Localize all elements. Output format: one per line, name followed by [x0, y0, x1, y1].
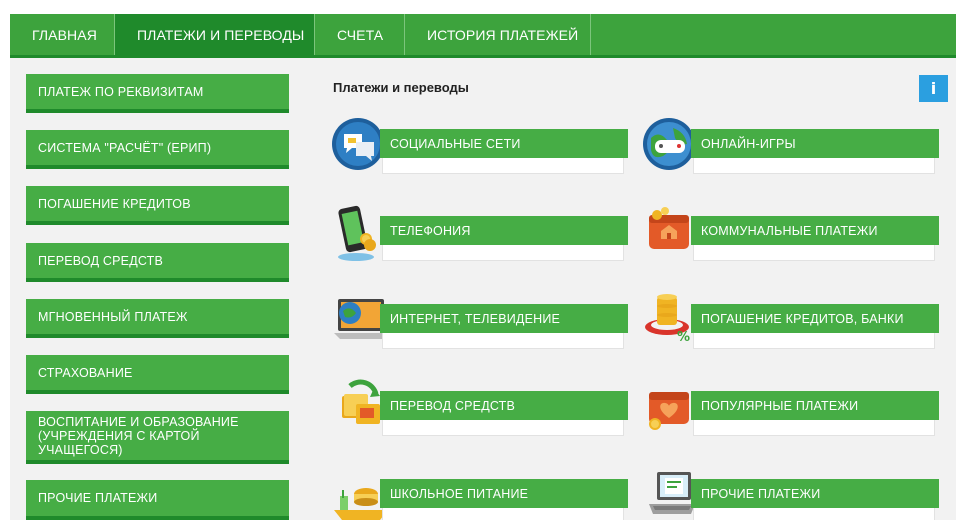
category-search-field[interactable]: [382, 158, 624, 174]
main-content: ПЛАТЕЖ ПО РЕКВИЗИТАМ СИСТЕМА "РАСЧЁТ" (Е…: [10, 58, 956, 520]
category-search-field[interactable]: [382, 333, 624, 349]
category-label: ПЕРЕВОД СРЕДСТВ: [380, 391, 628, 420]
page-title: Платежи и переводы: [333, 80, 469, 95]
sidebar-item-education[interactable]: ВОСПИТАНИЕ И ОБРАЗОВАНИЕ (УЧРЕЖДЕНИЯ С К…: [26, 411, 289, 464]
category-label: ИНТЕРНЕТ, ТЕЛЕВИДЕНИЕ: [380, 304, 628, 333]
category-search-field[interactable]: [693, 420, 935, 436]
category-label: КОММУНАЛЬНЫЕ ПЛАТЕЖИ: [691, 216, 939, 245]
category-online-games[interactable]: ОНЛАЙН-ИГРЫ: [643, 116, 943, 178]
category-label: ПОПУЛЯРНЫЕ ПЛАТЕЖИ: [691, 391, 939, 420]
svg-text:%: %: [677, 330, 690, 345]
info-button[interactable]: i: [919, 75, 948, 102]
category-search-field[interactable]: [382, 508, 624, 520]
category-label: ОНЛАЙН-ИГРЫ: [691, 129, 939, 158]
category-telephony[interactable]: ТЕЛЕФОНИЯ: [332, 203, 632, 265]
tab-main[interactable]: ГЛАВНАЯ: [10, 14, 115, 55]
sidebar-item-instant-payment[interactable]: МГНОВЕННЫЙ ПЛАТЕЖ: [26, 299, 289, 338]
category-other-payments[interactable]: ПРОЧИЕ ПЛАТЕЖИ: [643, 466, 943, 520]
sidebar-item-payment-by-details[interactable]: ПЛАТЕЖ ПО РЕКВИЗИТАМ: [26, 74, 289, 113]
tab-payment-history[interactable]: ИСТОРИЯ ПЛАТЕЖЕЙ: [405, 14, 591, 55]
category-label: ТЕЛЕФОНИЯ: [380, 216, 628, 245]
sidebar-item-money-transfer[interactable]: ПЕРЕВОД СРЕДСТВ: [26, 243, 289, 282]
category-label: СОЦИАЛЬНЫЕ СЕТИ: [380, 129, 628, 158]
category-search-field[interactable]: [382, 420, 624, 436]
category-search-field[interactable]: [382, 245, 624, 261]
top-navigation: ГЛАВНАЯ ПЛАТЕЖИ И ПЕРЕВОДЫ СЧЕТА ИСТОРИЯ…: [10, 14, 956, 64]
category-internet-tv[interactable]: ИНТЕРНЕТ, ТЕЛЕВИДЕНИЕ: [332, 291, 632, 353]
category-search-field[interactable]: [693, 158, 935, 174]
sidebar-item-other-payments[interactable]: ПРОЧИЕ ПЛАТЕЖИ: [26, 480, 289, 520]
tab-payments-transfers[interactable]: ПЛАТЕЖИ И ПЕРЕВОДЫ: [115, 14, 315, 64]
sidebar-item-insurance[interactable]: СТРАХОВАНИЕ: [26, 355, 289, 394]
category-label: ПОГАШЕНИЕ КРЕДИТОВ, БАНКИ: [691, 304, 939, 333]
category-utility-payments[interactable]: КОММУНАЛЬНЫЕ ПЛАТЕЖИ: [643, 203, 943, 265]
category-label: ПРОЧИЕ ПЛАТЕЖИ: [691, 479, 939, 508]
tab-accounts[interactable]: СЧЕТА: [315, 14, 405, 55]
category-label: ШКОЛЬНОЕ ПИТАНИЕ: [380, 479, 628, 508]
sidebar-item-loan-repayment[interactable]: ПОГАШЕНИЕ КРЕДИТОВ: [26, 186, 289, 225]
category-social-networks[interactable]: СОЦИАЛЬНЫЕ СЕТИ: [332, 116, 632, 178]
category-popular-payments[interactable]: ПОПУЛЯРНЫЕ ПЛАТЕЖИ: [643, 378, 943, 440]
category-search-field[interactable]: [693, 333, 935, 349]
category-money-transfer[interactable]: ПЕРЕВОД СРЕДСТВ: [332, 378, 632, 440]
sidebar-item-erip[interactable]: СИСТЕМА "РАСЧЁТ" (ЕРИП): [26, 130, 289, 169]
category-search-field[interactable]: [693, 508, 935, 520]
category-search-field[interactable]: [693, 245, 935, 261]
category-school-meals[interactable]: ШКОЛЬНОЕ ПИТАНИЕ: [332, 466, 632, 520]
category-loans-banks[interactable]: % ПОГАШЕНИЕ КРЕДИТОВ, БАНКИ: [643, 291, 943, 353]
